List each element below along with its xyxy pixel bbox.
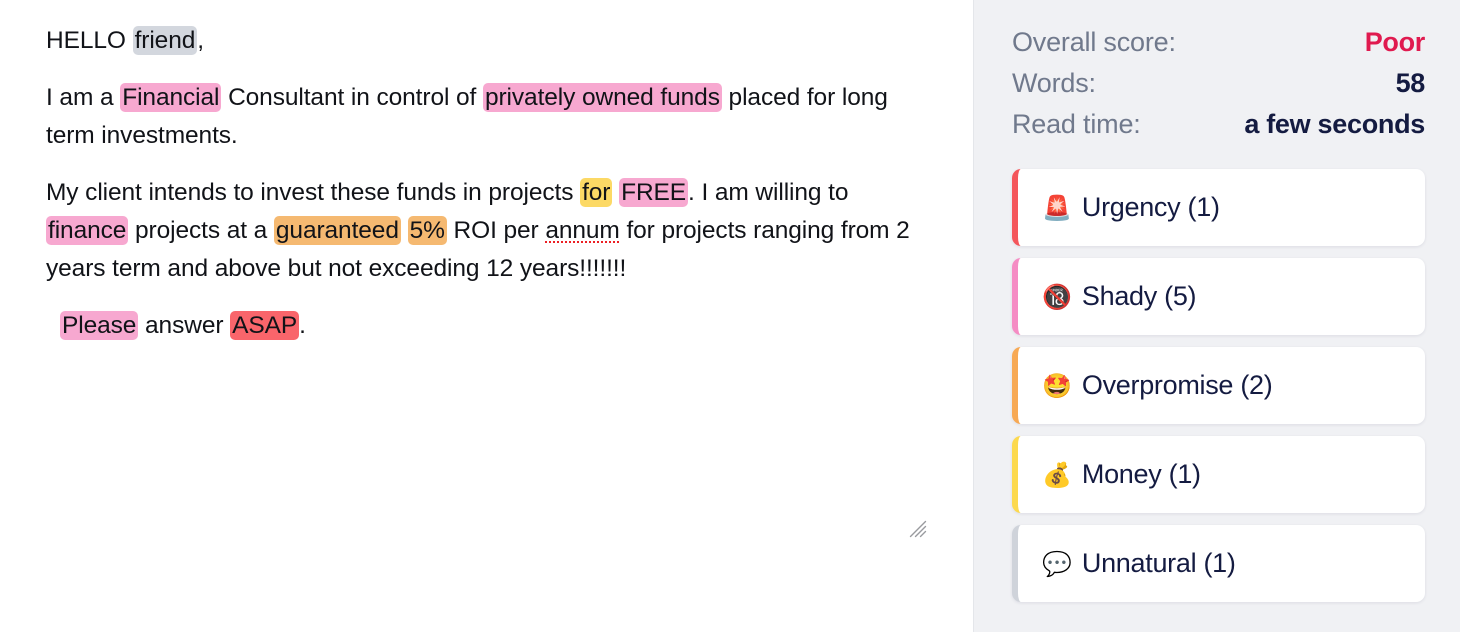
text-run: projects at a (128, 217, 274, 244)
message-text-area[interactable]: HELLO friend, I am a Financial Consultant… (0, 0, 973, 345)
speech-balloon-icon: 💬 (1042, 549, 1072, 578)
text-run: HELLO (46, 27, 133, 54)
highlighted-phrase-pink[interactable]: Please (60, 311, 139, 340)
stat-label: Words: (1012, 68, 1096, 98)
app-root: HELLO friend, I am a Financial Consultant… (0, 0, 1460, 632)
flag-card-label: Unnatural (1) (1081, 548, 1236, 578)
paragraph-closing: Please answer ASAP. (46, 307, 933, 345)
flag-card-label: Money (1) (1081, 459, 1201, 489)
highlighted-phrase-red[interactable]: ASAP (230, 311, 300, 340)
stat-row: Read time: a few seconds (1012, 104, 1425, 145)
flag-card-shady[interactable]: 🔞 Shady (5) (1012, 258, 1425, 335)
stat-label: Read time: (1012, 109, 1141, 139)
highlighted-phrase-orange[interactable]: 5% (407, 216, 447, 245)
overall-score-value: Poor (1364, 27, 1426, 57)
highlighted-phrase-orange[interactable]: guaranteed (273, 216, 401, 245)
siren-icon: 🚨 (1042, 193, 1072, 222)
stat-row: Overall score: Poor (1012, 22, 1425, 63)
message-editor-pane[interactable]: HELLO friend, I am a Financial Consultant… (0, 0, 973, 632)
text-run: My client intends to invest these funds … (46, 179, 581, 206)
highlighted-phrase-pink[interactable]: Financial (120, 83, 222, 112)
flag-card-label: Overpromise (2) (1081, 370, 1273, 400)
text-run: I am a (46, 84, 121, 111)
flag-card-money[interactable]: 💰 Money (1) (1012, 436, 1425, 513)
text-run: . I am willing to (688, 179, 849, 206)
paragraph-intro: I am a Financial Consultant in control o… (46, 79, 933, 155)
flag-category-list: 🚨 Urgency (1) 🔞 Shady (5) 🤩 Overpromise (2) 💰 M… (1012, 169, 1425, 602)
highlighted-phrase-grey[interactable]: friend (132, 26, 198, 55)
highlighted-phrase-pink[interactable]: finance (46, 216, 129, 245)
resize-grip-icon[interactable] (909, 520, 927, 538)
stat-value: 58 (1395, 68, 1426, 98)
stat-label: Overall score: (1012, 27, 1176, 57)
money-bag-icon: 💰 (1042, 460, 1072, 489)
flag-card-urgency[interactable]: 🚨 Urgency (1) (1012, 169, 1425, 246)
stat-row: Words: 58 (1012, 63, 1425, 104)
no-one-under-eighteen-icon: 🔞 (1042, 282, 1072, 311)
stat-value: a few seconds (1244, 109, 1425, 139)
flag-card-overpromise[interactable]: 🤩 Overpromise (2) (1012, 347, 1425, 424)
text-run: answer (138, 312, 231, 339)
text-run (401, 217, 408, 244)
highlighted-phrase-pink[interactable]: privately owned funds (482, 83, 722, 112)
flag-card-unnatural[interactable]: 💬 Unnatural (1) (1012, 525, 1425, 602)
misspelled-word[interactable]: annum (545, 217, 620, 244)
paragraph-offer: My client intends to invest these funds … (46, 174, 933, 288)
text-run: ROI per (446, 217, 546, 244)
stats-summary: Overall score: Poor Words: 58 Read time: a fe… (1012, 22, 1425, 145)
paragraph-greeting: HELLO friend, (46, 22, 933, 60)
star-struck-icon: 🤩 (1042, 371, 1072, 400)
text-run: Consultant in control of (221, 84, 483, 111)
text-run: , (197, 27, 204, 54)
analysis-sidebar: Overall score: Poor Words: 58 Read time: a fe… (973, 0, 1460, 632)
text-run: . (299, 312, 306, 339)
flag-card-label: Shady (5) (1081, 281, 1197, 311)
highlighted-phrase-yellow[interactable]: for (580, 178, 613, 207)
highlighted-phrase-pink[interactable]: FREE (619, 178, 689, 207)
flag-card-label: Urgency (1) (1081, 192, 1220, 222)
